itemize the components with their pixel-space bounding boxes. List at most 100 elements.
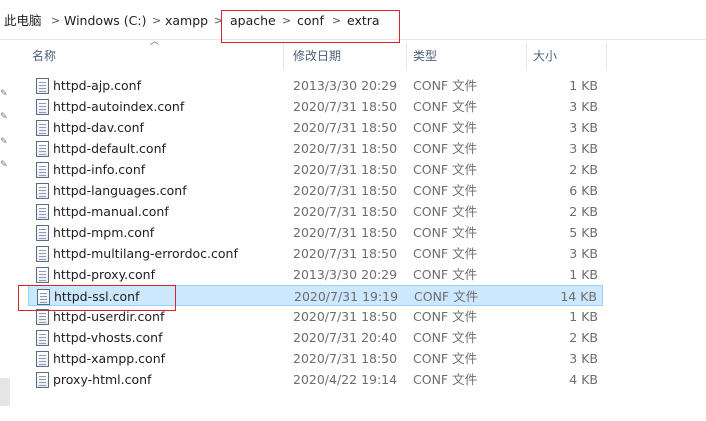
file-size: 3 KB [569,141,598,156]
conf-file-icon [36,330,49,346]
file-name: httpd-languages.conf [53,183,187,198]
column-divider[interactable] [526,44,527,70]
file-type: CONF 文件 [413,162,478,177]
breadcrumb-xampp[interactable]: xampp [165,12,208,30]
conf-file-icon [36,246,49,262]
conf-file-icon [36,78,49,94]
file-date: 2020/7/31 18:50 [293,99,398,114]
file-type: CONF 文件 [413,183,478,198]
file-type: CONF 文件 [413,309,478,324]
conf-file-icon [36,99,49,115]
file-type: CONF 文件 [414,289,479,304]
conf-file-icon [36,141,49,157]
conf-file-icon [36,309,49,325]
column-header-type[interactable]: 类型 [413,42,437,70]
column-header-date[interactable]: 修改日期 [293,42,341,70]
pin-icon: ✎ [0,112,8,122]
chevron-right-icon[interactable]: > [152,12,161,30]
file-size: 3 KB [569,351,598,366]
scrollbar-thumb[interactable] [0,378,10,406]
file-size: 1 KB [569,267,598,282]
column-divider[interactable] [406,44,407,70]
file-date: 2020/7/31 18:50 [293,351,398,366]
breadcrumb-highlight-box [221,10,400,43]
column-divider[interactable] [606,44,607,70]
navigation-pane[interactable]: ✎ ✎ ✎ ✎ [0,40,13,421]
file-row[interactable]: proxy-html.conf 2020/4/22 19:14 CONF 文件 … [28,369,603,390]
file-date: 2020/7/31 18:50 [293,183,398,198]
file-type: CONF 文件 [413,99,478,114]
file-name: httpd-info.conf [53,162,146,177]
column-header-name[interactable]: 名称 [32,42,56,70]
file-name: httpd-autoindex.conf [53,99,185,114]
file-date: 2020/7/31 20:40 [293,330,398,345]
file-date: 2020/7/31 18:50 [293,141,398,156]
file-row[interactable]: httpd-mpm.conf 2020/7/31 18:50 CONF 文件 5… [28,222,603,243]
conf-file-icon [36,225,49,241]
file-date: 2020/7/31 18:50 [293,120,398,135]
chevron-right-icon[interactable]: > [51,12,60,30]
file-row[interactable]: httpd-autoindex.conf 2020/7/31 18:50 CON… [28,96,603,117]
file-name: httpd-ajp.conf [53,78,141,93]
file-row[interactable]: httpd-ajp.conf 2013/3/30 20:29 CONF 文件 1… [28,75,603,96]
file-size: 4 KB [569,372,598,387]
file-date: 2020/7/31 19:19 [294,289,399,304]
column-header-row: 名称 修改日期 类型 大小 [18,42,608,70]
conf-file-icon [36,162,49,178]
pin-icon: ✎ [0,160,8,170]
file-type: CONF 文件 [413,78,478,93]
conf-file-icon [36,372,49,388]
file-type: CONF 文件 [413,225,478,240]
file-date: 2020/7/31 18:50 [293,246,398,261]
file-date: 2013/3/30 20:29 [293,267,398,282]
file-date: 2013/3/30 20:29 [293,78,398,93]
file-date: 2020/7/31 18:50 [293,204,398,219]
file-date: 2020/7/31 18:50 [293,309,398,324]
file-date: 2020/7/31 18:50 [293,162,398,177]
column-divider[interactable] [283,44,284,70]
file-size: 3 KB [569,120,598,135]
file-row[interactable]: httpd-languages.conf 2020/7/31 18:50 CON… [28,180,603,201]
conf-file-icon [36,183,49,199]
file-row[interactable]: httpd-proxy.conf 2013/3/30 20:29 CONF 文件… [28,264,603,285]
file-size: 6 KB [569,183,598,198]
file-type: CONF 文件 [413,141,478,156]
file-name: proxy-html.conf [53,372,152,387]
file-size: 2 KB [569,204,598,219]
conf-file-icon [36,267,49,283]
file-size: 5 KB [569,225,598,240]
file-date: 2020/7/31 18:50 [293,225,398,240]
conf-file-icon [36,351,49,367]
file-row[interactable]: httpd-multilang-errordoc.conf 2020/7/31 … [28,243,603,264]
column-header-size[interactable]: 大小 [533,42,557,70]
file-date: 2020/4/22 19:14 [293,372,398,387]
file-type: CONF 文件 [413,372,478,387]
file-type: CONF 文件 [413,120,478,135]
file-row[interactable]: httpd-xampp.conf 2020/7/31 18:50 CONF 文件… [28,348,603,369]
pin-icon: ✎ [0,89,8,99]
file-type: CONF 文件 [413,204,478,219]
file-size: 3 KB [569,246,598,261]
file-row[interactable]: httpd-dav.conf 2020/7/31 18:50 CONF 文件 3… [28,117,603,138]
file-type: CONF 文件 [413,351,478,366]
file-name: httpd-xampp.conf [53,351,166,366]
breadcrumb-this-pc[interactable]: 此电脑 [4,12,42,30]
conf-file-icon [36,120,49,136]
file-name: httpd-vhosts.conf [53,330,163,345]
file-type: CONF 文件 [413,246,478,261]
conf-file-icon [36,204,49,220]
file-row[interactable]: httpd-default.conf 2020/7/31 18:50 CONF … [28,138,603,159]
breadcrumb-windows-c[interactable]: Windows (C:) [64,12,146,30]
file-type: CONF 文件 [413,267,478,282]
file-size: 2 KB [569,330,598,345]
file-row[interactable]: httpd-manual.conf 2020/7/31 18:50 CONF 文… [28,201,603,222]
file-name: httpd-multilang-errordoc.conf [53,246,238,261]
pin-icon: ✎ [0,137,8,147]
file-row[interactable]: httpd-vhosts.conf 2020/7/31 20:40 CONF 文… [28,327,603,348]
file-row[interactable]: httpd-info.conf 2020/7/31 18:50 CONF 文件 … [28,159,603,180]
file-name: httpd-dav.conf [53,120,144,135]
file-size: 1 KB [569,78,598,93]
file-size: 3 KB [569,99,598,114]
selected-file-highlight-box [18,285,176,311]
file-name: httpd-proxy.conf [53,267,155,282]
